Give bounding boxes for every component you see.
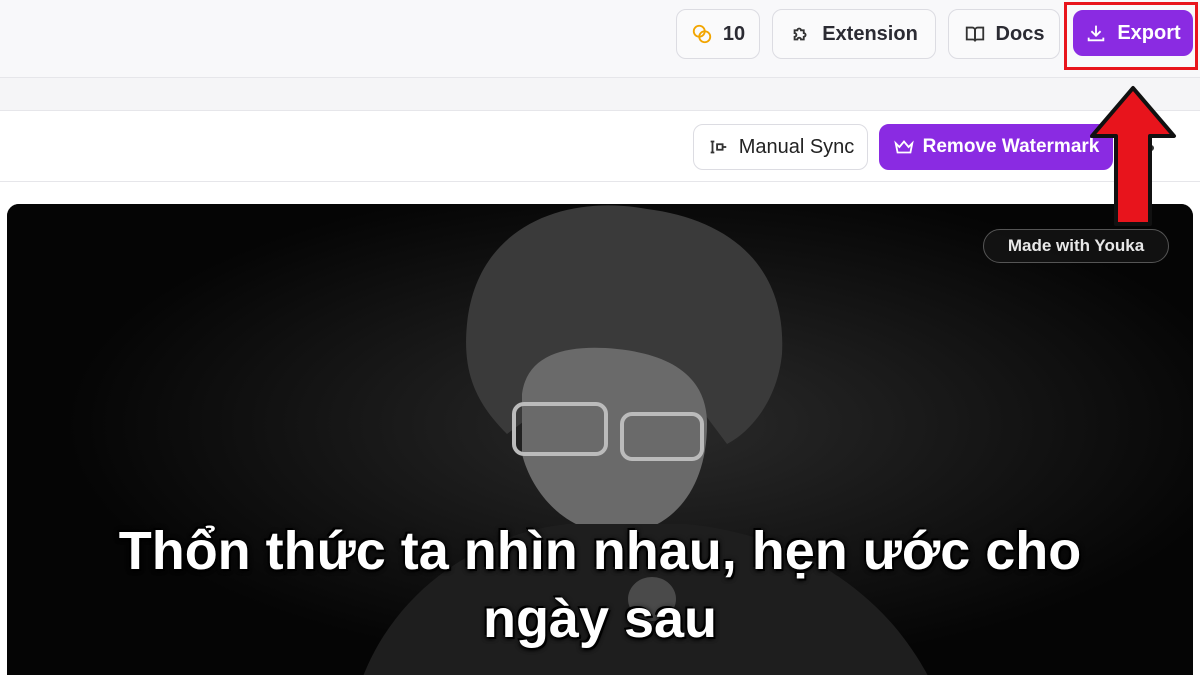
remove-watermark-button[interactable]: Remove Watermark bbox=[879, 124, 1113, 170]
docs-button[interactable]: Docs bbox=[948, 9, 1060, 59]
manual-sync-label: Manual Sync bbox=[738, 135, 855, 158]
coins-icon bbox=[692, 24, 712, 44]
made-with-badge: Made with Youka bbox=[983, 229, 1169, 263]
remove-watermark-label: Remove Watermark bbox=[922, 136, 1100, 157]
puzzle-icon bbox=[793, 27, 807, 41]
crown-icon bbox=[893, 140, 914, 154]
manual-sync-button[interactable]: Manual Sync bbox=[693, 124, 868, 170]
docs-label: Docs bbox=[995, 22, 1045, 45]
pointer-arrow-icon bbox=[1090, 86, 1176, 226]
sync-icon bbox=[710, 140, 726, 154]
credits-button[interactable]: 10 bbox=[676, 9, 760, 59]
lyric-caption: Thổn thức ta nhìn nhau, hẹn ước cho ngày… bbox=[30, 517, 1170, 653]
book-icon bbox=[965, 26, 984, 42]
credits-count: 10 bbox=[722, 22, 746, 45]
lyric-line-2: ngày sau bbox=[482, 589, 718, 649]
lyric-line-1: Thổn thức ta nhìn nhau, hẹn ước cho bbox=[118, 521, 1082, 581]
export-highlight-box bbox=[1064, 2, 1198, 70]
extension-label: Extension bbox=[822, 22, 918, 45]
toolbar-gap bbox=[0, 78, 1200, 110]
extension-button[interactable]: Extension bbox=[772, 9, 936, 59]
